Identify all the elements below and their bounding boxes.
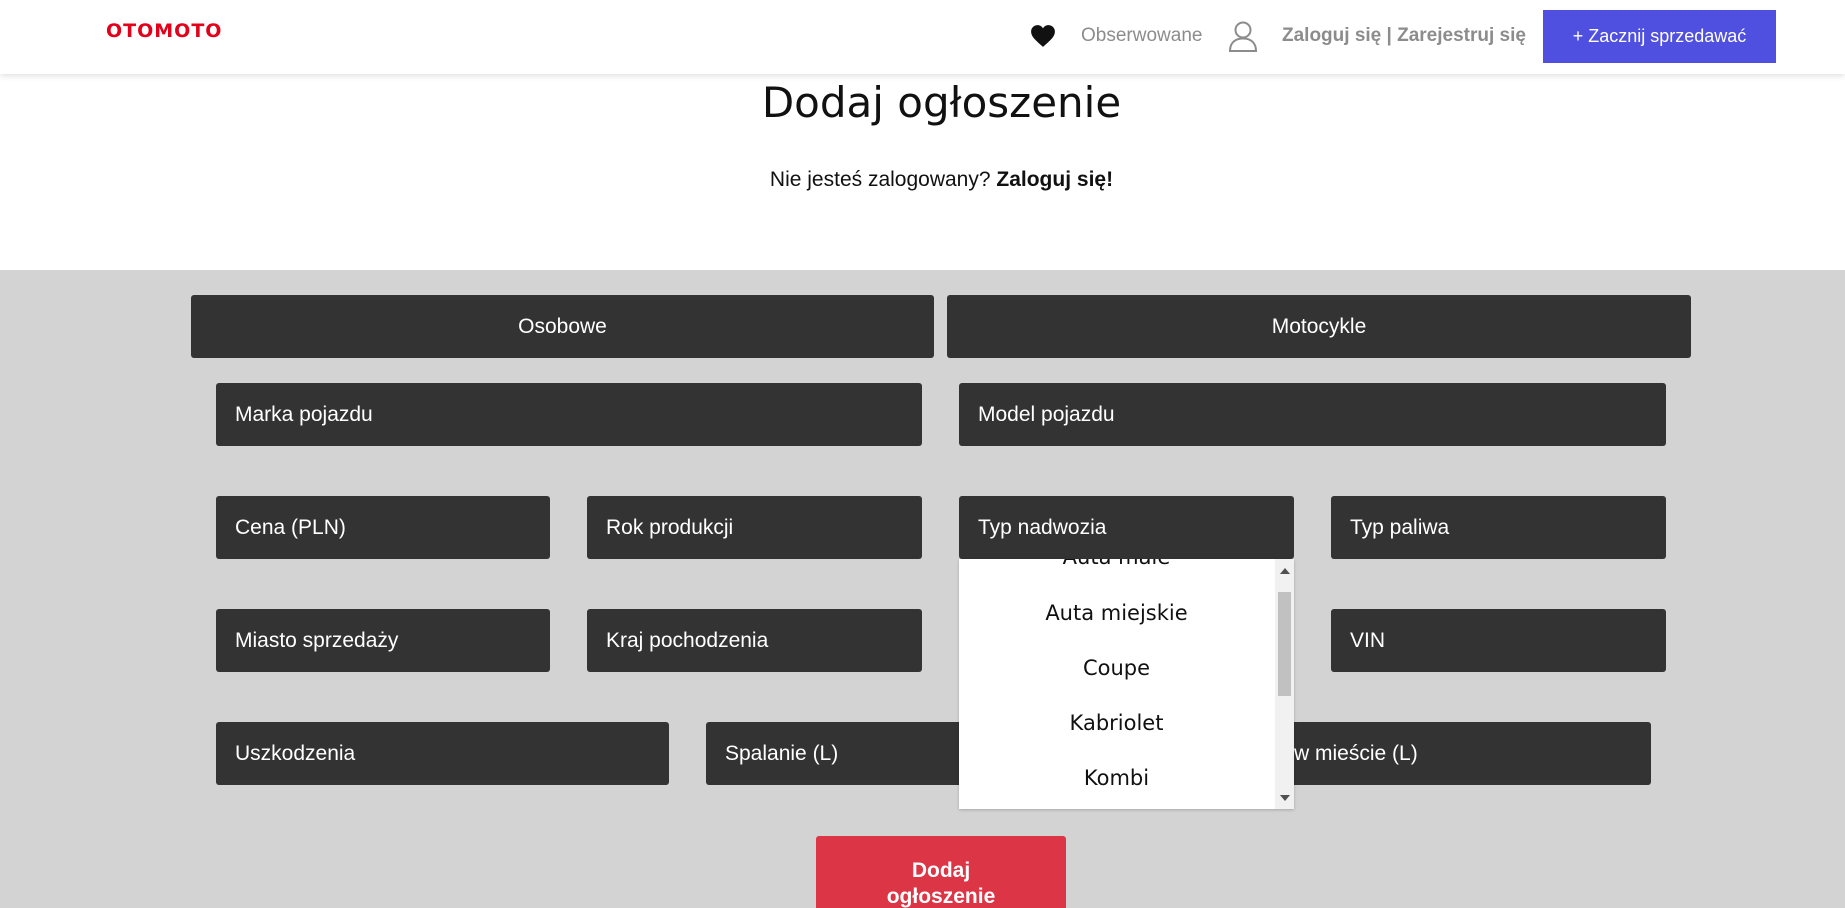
submit-label-line1: Dodaj [911, 859, 971, 882]
hero-section: Dodaj ogłoszenie Nie jesteś zalogowany? … [0, 74, 1845, 270]
model-field[interactable]: Model pojazdu [959, 383, 1666, 446]
login-prompt-text: Nie jesteś zalogowany? [769, 168, 997, 191]
body-type-dropdown[interactable]: Auta małe Auta miejskie Coupe Kabriolet … [959, 559, 1294, 809]
submit-label-line2: ogłoszenie [886, 885, 996, 908]
vin-field[interactable]: VIN [1331, 609, 1666, 672]
scroll-up-icon[interactable] [1280, 568, 1290, 574]
year-field[interactable]: Rok produkcji [587, 496, 922, 559]
country-field[interactable]: Kraj pochodzenia [587, 609, 922, 672]
brand-field[interactable]: Marka pojazdu [216, 383, 922, 446]
dropdown-option[interactable]: Kabriolet [959, 711, 1274, 735]
start-selling-button[interactable]: + Zacznij sprzedawać [1543, 10, 1776, 63]
body-type-select[interactable]: Typ nadwozia [959, 496, 1294, 559]
city-field[interactable]: Miasto sprzedaży [216, 609, 550, 672]
user-icon[interactable] [1228, 20, 1258, 52]
price-field[interactable]: Cena (PLN) [216, 496, 550, 559]
login-prompt-link[interactable]: Zaloguj się! [996, 168, 1113, 191]
dropdown-option[interactable]: Auta miejskie [959, 601, 1274, 625]
login-register-link[interactable]: Zaloguj się | Zarejestruj się [1282, 25, 1526, 47]
page-title: Dodaj ogłoszenie [761, 78, 1122, 127]
dropdown-option[interactable]: Kombi [959, 766, 1274, 790]
fuel-type-field[interactable]: Typ paliwa [1331, 496, 1666, 559]
top-navbar: OTOMOTO Obserwowane Zaloguj się | Zareje… [0, 0, 1845, 74]
dropdown-option[interactable]: Coupe [959, 656, 1274, 680]
scrollbar-thumb[interactable] [1278, 592, 1291, 696]
scroll-down-icon[interactable] [1280, 795, 1290, 801]
dropdown-scrollbar[interactable] [1275, 559, 1294, 809]
category-cars-button[interactable]: Osobowe [191, 295, 934, 358]
otomoto-logo[interactable]: OTOMOTO [106, 20, 222, 42]
heart-icon[interactable] [1030, 24, 1056, 48]
damage-field[interactable]: Uszkodzenia [216, 722, 669, 785]
category-motorcycles-button[interactable]: Motocykle [947, 295, 1691, 358]
add-listing-submit-button[interactable]: Dodaj ogłoszenie [816, 836, 1066, 908]
login-prompt: Nie jesteś zalogowany? Zaloguj się! [0, 168, 1845, 192]
dropdown-option[interactable]: Auta małe [959, 559, 1274, 569]
logo-text: OTOMOTO [106, 20, 223, 42]
watched-link[interactable]: Obserwowane [1081, 25, 1202, 47]
